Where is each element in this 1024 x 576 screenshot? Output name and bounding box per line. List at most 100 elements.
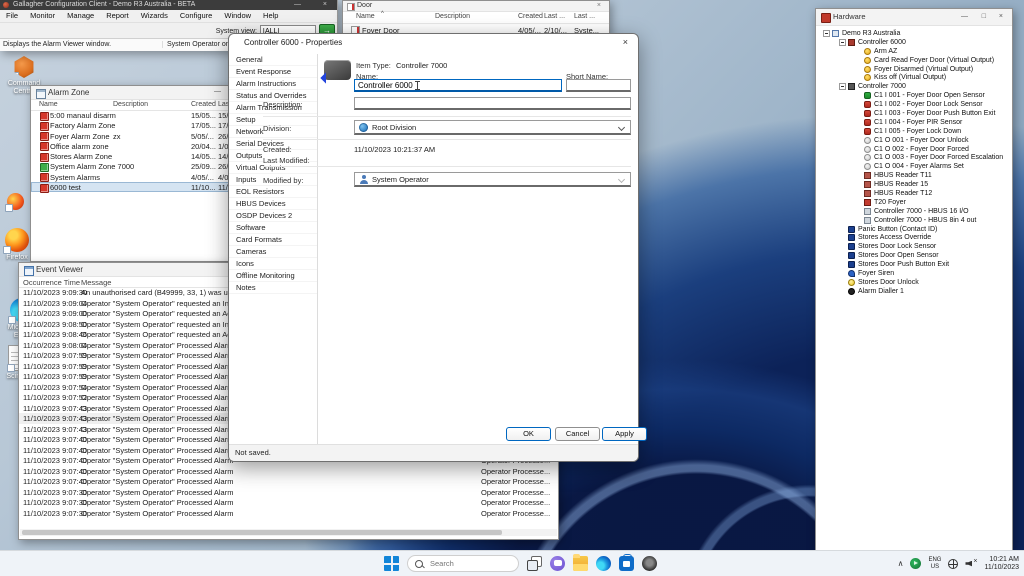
- expand-toggle-icon[interactable]: [839, 83, 846, 90]
- tree-item[interactable]: C1 O 001 - Foyer Door Unlock: [819, 136, 1010, 145]
- dialog-tab[interactable]: Icons: [229, 258, 317, 270]
- dialog-tab[interactable]: General: [229, 54, 317, 66]
- column-header[interactable]: Name: [356, 13, 375, 20]
- tree-item[interactable]: Controller 7000: [819, 82, 1010, 91]
- microsoft-store-icon[interactable]: [619, 556, 634, 571]
- desktop-icon-app[interactable]: [3, 193, 27, 210]
- tree-item[interactable]: Stores Door Lock Sensor: [819, 242, 1010, 251]
- division-dropdown[interactable]: Root Division: [354, 120, 631, 135]
- chat-icon[interactable]: [550, 556, 565, 571]
- expand-toggle-icon[interactable]: [823, 30, 830, 37]
- modified-by-dropdown[interactable]: System Operator: [354, 172, 631, 187]
- event-row[interactable]: 11/10/2023 9:07:30 Operator "System Oper…: [19, 487, 558, 498]
- alarm-zone-row[interactable]: Office alarm zone 20/04... 1/0: [31, 141, 229, 151]
- tree-item[interactable]: T20 Foyer: [819, 198, 1010, 207]
- dialog-tab[interactable]: EOL Resistors: [229, 186, 317, 198]
- alarm-zone-row[interactable]: Foyer Alarm Zone zx 5/05/... 26/: [31, 131, 229, 141]
- volume-muted-icon[interactable]: [965, 559, 977, 569]
- dialog-tab[interactable]: Offline Monitoring: [229, 270, 317, 282]
- close-button[interactable]: ×: [323, 0, 327, 10]
- menu-item[interactable]: Manage: [61, 10, 100, 22]
- horizontal-scrollbar[interactable]: [20, 529, 557, 536]
- tree-item[interactable]: C1 O 002 - Foyer Door Forced: [819, 145, 1010, 154]
- tree-item[interactable]: Foyer Siren: [819, 269, 1010, 278]
- alarm-zone-row[interactable]: Stores Alarm Zone 14/05... 14/: [31, 151, 229, 161]
- tree-item[interactable]: Panic Button (Contact ID): [819, 225, 1010, 234]
- expand-toggle-icon[interactable]: [839, 39, 846, 46]
- close-button[interactable]: ×: [623, 37, 628, 47]
- tree-item[interactable]: HBUS Reader T12: [819, 189, 1010, 198]
- cancel-button[interactable]: Cancel: [555, 427, 600, 441]
- tree-item[interactable]: Demo R3 Australia: [819, 29, 1010, 38]
- tree-item[interactable]: C1 O 003 - Foyer Door Forced Escalation: [819, 153, 1010, 162]
- column-header[interactable]: Name: [39, 101, 58, 108]
- short-name-input[interactable]: [566, 79, 631, 92]
- column-header[interactable]: Message: [81, 278, 111, 287]
- language-indicator[interactable]: ENG US: [928, 557, 941, 571]
- event-row[interactable]: 11/10/2023 9:07:40 Operator "System Oper…: [19, 466, 558, 477]
- maximize-button[interactable]: □: [982, 12, 986, 22]
- menu-item[interactable]: Configure: [174, 10, 219, 22]
- taskbar-search[interactable]: [407, 555, 519, 572]
- task-view-icon[interactable]: [527, 556, 542, 571]
- menu-item[interactable]: Window: [218, 10, 257, 22]
- column-header[interactable]: Created: [518, 13, 543, 20]
- alarm-zone-row[interactable]: System Alarms 4/05/... 4/0: [31, 172, 229, 182]
- hardware-titlebar[interactable]: Hardware — □ ×: [816, 9, 1012, 26]
- dialog-tab[interactable]: Event Response: [229, 66, 317, 78]
- dialog-tab[interactable]: Alarm Instructions: [229, 78, 317, 90]
- desktop-icon-firefox[interactable]: Firefox: [2, 228, 32, 262]
- tree-item[interactable]: Card Read Foyer Door (Virtual Output): [819, 56, 1010, 65]
- tree-item[interactable]: C1 I 002 - Foyer Door Lock Sensor: [819, 100, 1010, 109]
- tray-overflow-chevron-icon[interactable]: ∧: [898, 559, 904, 569]
- tree-item[interactable]: Controller 7000 - HBUS 8in 4 out: [819, 216, 1010, 225]
- tree-item[interactable]: Arm AZ: [819, 47, 1010, 56]
- network-icon[interactable]: [948, 559, 958, 569]
- minimize-button[interactable]: —: [214, 87, 221, 97]
- tree-item[interactable]: Controller 7000 - HBUS 16 I/O: [819, 207, 1010, 216]
- tray-app-icon[interactable]: [910, 558, 921, 569]
- apply-button[interactable]: Apply: [602, 427, 647, 441]
- column-header[interactable]: Last ...: [544, 13, 565, 20]
- menu-item[interactable]: Report: [100, 10, 135, 22]
- ok-button[interactable]: OK: [506, 427, 551, 441]
- minimize-button[interactable]: —: [961, 12, 968, 22]
- dialog-titlebar[interactable]: Controller 6000 - Properties ×: [229, 34, 638, 52]
- menu-item[interactable]: Wizards: [135, 10, 174, 22]
- column-header[interactable]: Last ...: [574, 13, 595, 20]
- tree-item[interactable]: HBUS Reader 15: [819, 180, 1010, 189]
- close-button[interactable]: ×: [597, 1, 601, 11]
- alarm-zone-row[interactable]: 5:00 manaul disarm 15/05... 15/: [31, 110, 229, 120]
- dialog-tab[interactable]: Card Formats: [229, 234, 317, 246]
- column-header[interactable]: Description: [435, 13, 470, 20]
- tree-item[interactable]: Foyer Disarmed (Virtual Output): [819, 65, 1010, 74]
- alarm-zone-row[interactable]: System Alarm Zone 7000 25/09... 26/: [31, 161, 229, 171]
- tree-item[interactable]: Stores Door Push Button Exit: [819, 260, 1010, 269]
- dialog-tab[interactable]: Notes: [229, 282, 317, 294]
- column-header[interactable]: Description: [113, 101, 148, 108]
- tree-item[interactable]: Kiss off (Virtual Output): [819, 73, 1010, 82]
- name-input[interactable]: [354, 79, 562, 92]
- file-explorer-icon[interactable]: [573, 556, 588, 571]
- tree-item[interactable]: Stores Door Unlock: [819, 278, 1010, 287]
- edge-browser-icon[interactable]: [596, 556, 611, 571]
- pinned-app-icon[interactable]: [642, 556, 657, 571]
- column-header[interactable]: Occurrence Time: [23, 278, 80, 287]
- dialog-tab[interactable]: OSDP Devices 2: [229, 210, 317, 222]
- dialog-tab[interactable]: Software: [229, 222, 317, 234]
- tree-item[interactable]: Stores Access Override: [819, 233, 1010, 242]
- close-button[interactable]: ×: [999, 12, 1003, 22]
- menu-item[interactable]: File: [0, 10, 24, 22]
- tree-item[interactable]: C1 I 001 - Foyer Door Open Sensor: [819, 91, 1010, 100]
- alarm-zone-titlebar[interactable]: Alarm Zone —: [31, 86, 229, 100]
- tree-item[interactable]: Alarm Dialler 1: [819, 287, 1010, 296]
- dialog-tab[interactable]: HBUS Devices: [229, 198, 317, 210]
- event-row[interactable]: 11/10/2023 9:07:30 Operator "System Oper…: [19, 497, 558, 508]
- alarm-zone-row[interactable]: Factory Alarm Zone 17/05... 17/: [31, 120, 229, 130]
- menu-item[interactable]: Help: [257, 10, 284, 22]
- main-window-titlebar[interactable]: Gallagher Configuration Client - Demo R3…: [0, 0, 337, 10]
- start-button-icon[interactable]: [384, 556, 399, 571]
- clock[interactable]: 10:21 AM 11/10/2023: [984, 556, 1019, 572]
- menu-item[interactable]: Monitor: [24, 10, 61, 22]
- dialog-tab[interactable]: Cameras: [229, 246, 317, 258]
